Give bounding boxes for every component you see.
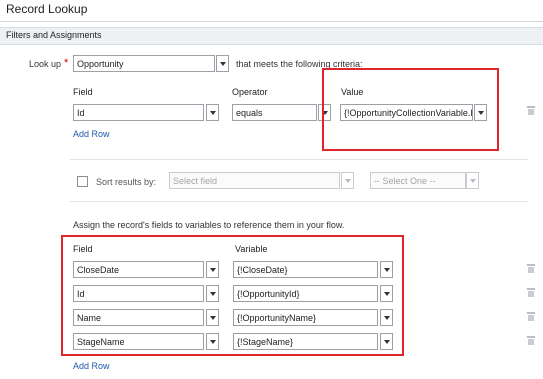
filter-field-select[interactable]: Id (73, 104, 204, 121)
divider (70, 159, 528, 160)
chevron-down-icon[interactable] (206, 261, 219, 278)
assign-variable-input[interactable]: {!StageName} (233, 333, 378, 350)
assign-field-select[interactable]: StageName (73, 333, 204, 350)
chevron-down-icon[interactable] (206, 309, 219, 326)
chevron-down-icon[interactable] (466, 172, 479, 189)
filter-field-header: Field (73, 87, 93, 97)
chevron-down-icon[interactable] (206, 333, 219, 350)
assign-field-select[interactable]: CloseDate (73, 261, 204, 278)
value-highlight-box (322, 68, 499, 151)
chevron-down-icon[interactable] (206, 104, 219, 121)
filter-operator-select[interactable]: equals (232, 104, 317, 121)
lookup-object-select[interactable]: Opportunity (73, 55, 215, 72)
assign-field-header: Field (73, 244, 93, 254)
assign-variable-header: Variable (235, 244, 268, 254)
lookup-label: Look up (29, 59, 62, 69)
chevron-down-icon[interactable] (206, 285, 219, 302)
assign-field-select[interactable]: Name (73, 309, 204, 326)
trash-icon[interactable] (527, 106, 535, 115)
trash-icon[interactable] (527, 288, 535, 297)
filter-operator-header: Operator (232, 87, 268, 97)
sort-field-select[interactable]: Select field (169, 172, 340, 189)
divider (70, 201, 528, 202)
trash-icon[interactable] (527, 264, 535, 273)
required-mark: * (64, 57, 69, 69)
assign-variable-input[interactable]: {!OpportunityName} (233, 309, 378, 326)
page-title: Record Lookup (6, 2, 88, 16)
assign-variable-input[interactable]: {!CloseDate} (233, 261, 378, 278)
assign-field-select[interactable]: Id (73, 285, 204, 302)
chevron-down-icon[interactable] (380, 333, 393, 350)
trash-icon[interactable] (527, 336, 535, 345)
trash-icon[interactable] (527, 312, 535, 321)
section-title: Filters and Assignments (6, 30, 102, 40)
chevron-down-icon[interactable] (216, 55, 229, 72)
sort-order-select[interactable]: -- Select One -- (370, 172, 466, 189)
assign-instruction: Assign the record's fields to variables … (73, 220, 345, 230)
chevron-down-icon[interactable] (380, 261, 393, 278)
sort-checkbox[interactable] (77, 176, 88, 187)
chevron-down-icon[interactable] (380, 309, 393, 326)
chevron-down-icon[interactable] (341, 172, 354, 189)
sort-label: Sort results by: (96, 177, 157, 187)
filter-add-row-link[interactable]: Add Row (73, 129, 110, 139)
chevron-down-icon[interactable] (380, 285, 393, 302)
assign-variable-input[interactable]: {!OpportunityId} (233, 285, 378, 302)
assign-add-row-link[interactable]: Add Row (73, 361, 110, 371)
